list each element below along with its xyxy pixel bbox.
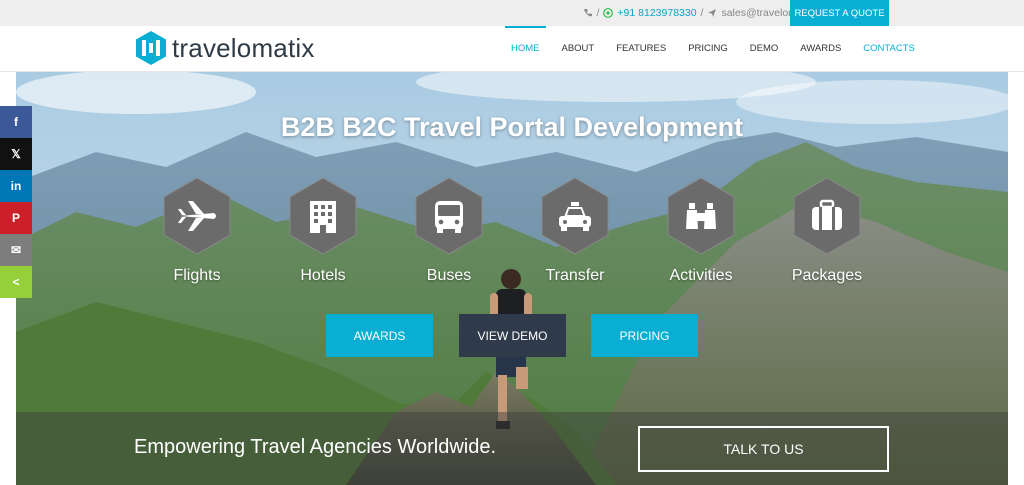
service-label: Transfer xyxy=(545,267,605,284)
phone-link[interactable]: +91 8123978330 xyxy=(617,7,696,19)
phone-icon xyxy=(583,8,593,18)
building-icon xyxy=(310,201,336,233)
hero-banner: B2B B2C Travel Portal Development Flight… xyxy=(16,72,1008,485)
top-contact-bar: / +91 8123978330 / sales@travelomatix.co… xyxy=(0,0,1024,26)
request-quote-button[interactable]: REQUEST A QUOTE xyxy=(790,0,889,26)
whatsapp-icon xyxy=(603,8,614,18)
service-label: Buses xyxy=(426,267,472,284)
linkedin-share-button[interactable]: in xyxy=(0,170,32,202)
nav-awards[interactable]: AWARDS xyxy=(789,26,852,72)
service-hotels[interactable]: Hotels xyxy=(268,177,378,285)
send-icon xyxy=(707,8,717,18)
nav-features[interactable]: FEATURES xyxy=(605,26,677,72)
x-icon: 𝕏 xyxy=(11,147,21,161)
nav-demo[interactable]: DEMO xyxy=(739,26,790,72)
share-icon: < xyxy=(12,275,20,289)
pricing-button[interactable]: PRICING xyxy=(591,314,698,357)
service-label: Hotels xyxy=(300,267,346,284)
main-navbar: travelomatix HOME ABOUT FEATURES PRICING… xyxy=(0,26,1024,72)
awards-button[interactable]: AWARDS xyxy=(326,314,433,357)
facebook-icon: f xyxy=(14,115,18,129)
service-label: Flights xyxy=(173,267,221,284)
airplane-icon xyxy=(178,201,216,231)
pinterest-share-button[interactable]: P xyxy=(0,202,32,234)
brand-name: travelomatix xyxy=(172,32,315,63)
linkedin-icon: in xyxy=(10,179,22,193)
bus-icon xyxy=(435,201,463,233)
binoculars-icon xyxy=(686,203,716,229)
talk-to-us-button[interactable]: TALK TO US xyxy=(638,426,889,472)
email-icon: ✉ xyxy=(10,243,22,257)
service-buses[interactable]: Buses xyxy=(394,177,504,285)
x-share-button[interactable]: 𝕏 xyxy=(0,138,32,170)
nav-menu: HOME ABOUT FEATURES PRICING DEMO AWARDS … xyxy=(500,26,926,72)
share-sidebar: f 𝕏 in P ✉ < xyxy=(0,106,32,298)
facebook-share-button[interactable]: f xyxy=(0,106,32,138)
logo-hexagon-icon xyxy=(136,31,166,65)
separator: / xyxy=(700,7,704,19)
taxi-icon xyxy=(559,202,591,231)
sharethis-share-button[interactable]: < xyxy=(0,266,32,298)
nav-about[interactable]: ABOUT xyxy=(551,26,606,72)
separator: / xyxy=(596,7,600,19)
nav-pricing[interactable]: PRICING xyxy=(677,26,739,72)
service-packages[interactable]: Packages xyxy=(772,177,882,285)
service-activities[interactable]: Activities xyxy=(646,177,756,285)
pinterest-icon: P xyxy=(11,211,20,225)
services-row: Flights Hotels Buses Transfer Activities… xyxy=(16,177,1008,297)
service-transfer[interactable]: Transfer xyxy=(520,177,630,285)
service-flights[interactable]: Flights xyxy=(142,177,252,285)
service-label: Packages xyxy=(791,267,863,284)
service-label: Activities xyxy=(669,267,733,284)
view-demo-button[interactable]: VIEW DEMO xyxy=(459,314,566,357)
nav-contacts[interactable]: CONTACTS xyxy=(852,26,926,72)
nav-home[interactable]: HOME xyxy=(500,26,551,72)
suitcase-icon xyxy=(812,199,842,230)
tagline-text: Empowering Travel Agencies Worldwide. xyxy=(134,436,497,458)
brand-logo[interactable]: travelomatix xyxy=(134,30,315,66)
email-share-button[interactable]: ✉ xyxy=(0,234,32,266)
tagline-band: Empowering Travel Agencies Worldwide. TA… xyxy=(16,412,1008,485)
hero-title: B2B B2C Travel Portal Development xyxy=(280,112,744,142)
